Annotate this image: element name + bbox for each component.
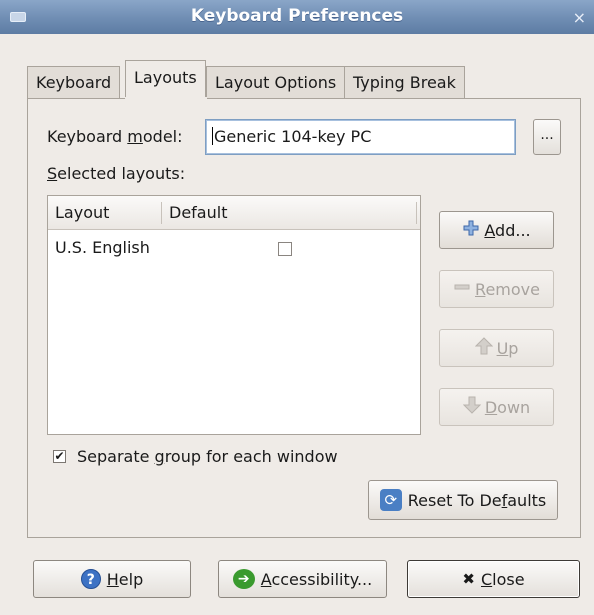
- layouts-table[interactable]: Layout Default U.S. English: [47, 195, 421, 435]
- table-header: Layout Default: [48, 196, 420, 230]
- remove-icon: [453, 279, 471, 299]
- close-icon: ✖: [462, 570, 475, 588]
- tab-layouts[interactable]: Layouts: [125, 60, 206, 99]
- separate-group-label[interactable]: Separate group for each window: [77, 447, 338, 466]
- tab-keyboard[interactable]: Keyboard: [27, 66, 121, 99]
- layout-name-cell: U.S. English: [55, 238, 150, 257]
- title-bar[interactable]: Keyboard Preferences ×: [0, 0, 594, 34]
- keyboard-preferences-window: Keyboard Preferences × Keyboard Layouts …: [0, 0, 594, 615]
- help-button[interactable]: ? Help: [33, 560, 191, 598]
- column-header-default[interactable]: Default: [169, 203, 227, 222]
- separate-group-checkbox[interactable]: ✔: [53, 450, 66, 463]
- down-arrow-icon: [462, 396, 482, 418]
- selected-layouts-label: Selected layouts:: [47, 164, 186, 183]
- choose-model-button[interactable]: ...: [533, 119, 561, 155]
- accessibility-button[interactable]: ➔ Accessibility...: [218, 560, 387, 598]
- keyboard-model-field[interactable]: Generic 104-key PC: [205, 119, 516, 155]
- close-button[interactable]: ✖ Close: [407, 560, 580, 598]
- remove-layout-button[interactable]: Remove: [439, 270, 554, 308]
- help-icon: ?: [80, 569, 101, 589]
- add-layout-button[interactable]: Add...: [439, 211, 554, 249]
- reset-to-defaults-button[interactable]: ⟳ Reset To Defaults: [368, 480, 558, 520]
- text-cursor: [212, 127, 213, 145]
- move-down-button[interactable]: Down: [439, 388, 554, 426]
- add-icon: [462, 220, 480, 240]
- reset-icon: ⟳: [379, 489, 402, 511]
- tab-typing-break[interactable]: Typing Break: [344, 66, 465, 99]
- accessibility-arrow-icon: ➔: [232, 569, 255, 589]
- tab-layout-options[interactable]: Layout Options: [206, 66, 346, 99]
- column-header-layout[interactable]: Layout: [55, 203, 109, 222]
- keyboard-model-label: Keyboard model:: [47, 127, 183, 146]
- move-up-button[interactable]: Up: [439, 329, 554, 367]
- default-layout-checkbox[interactable]: [278, 242, 292, 256]
- window-close-icon[interactable]: ×: [573, 8, 586, 27]
- window-title: Keyboard Preferences: [190, 6, 404, 26]
- up-arrow-icon: [474, 337, 493, 359]
